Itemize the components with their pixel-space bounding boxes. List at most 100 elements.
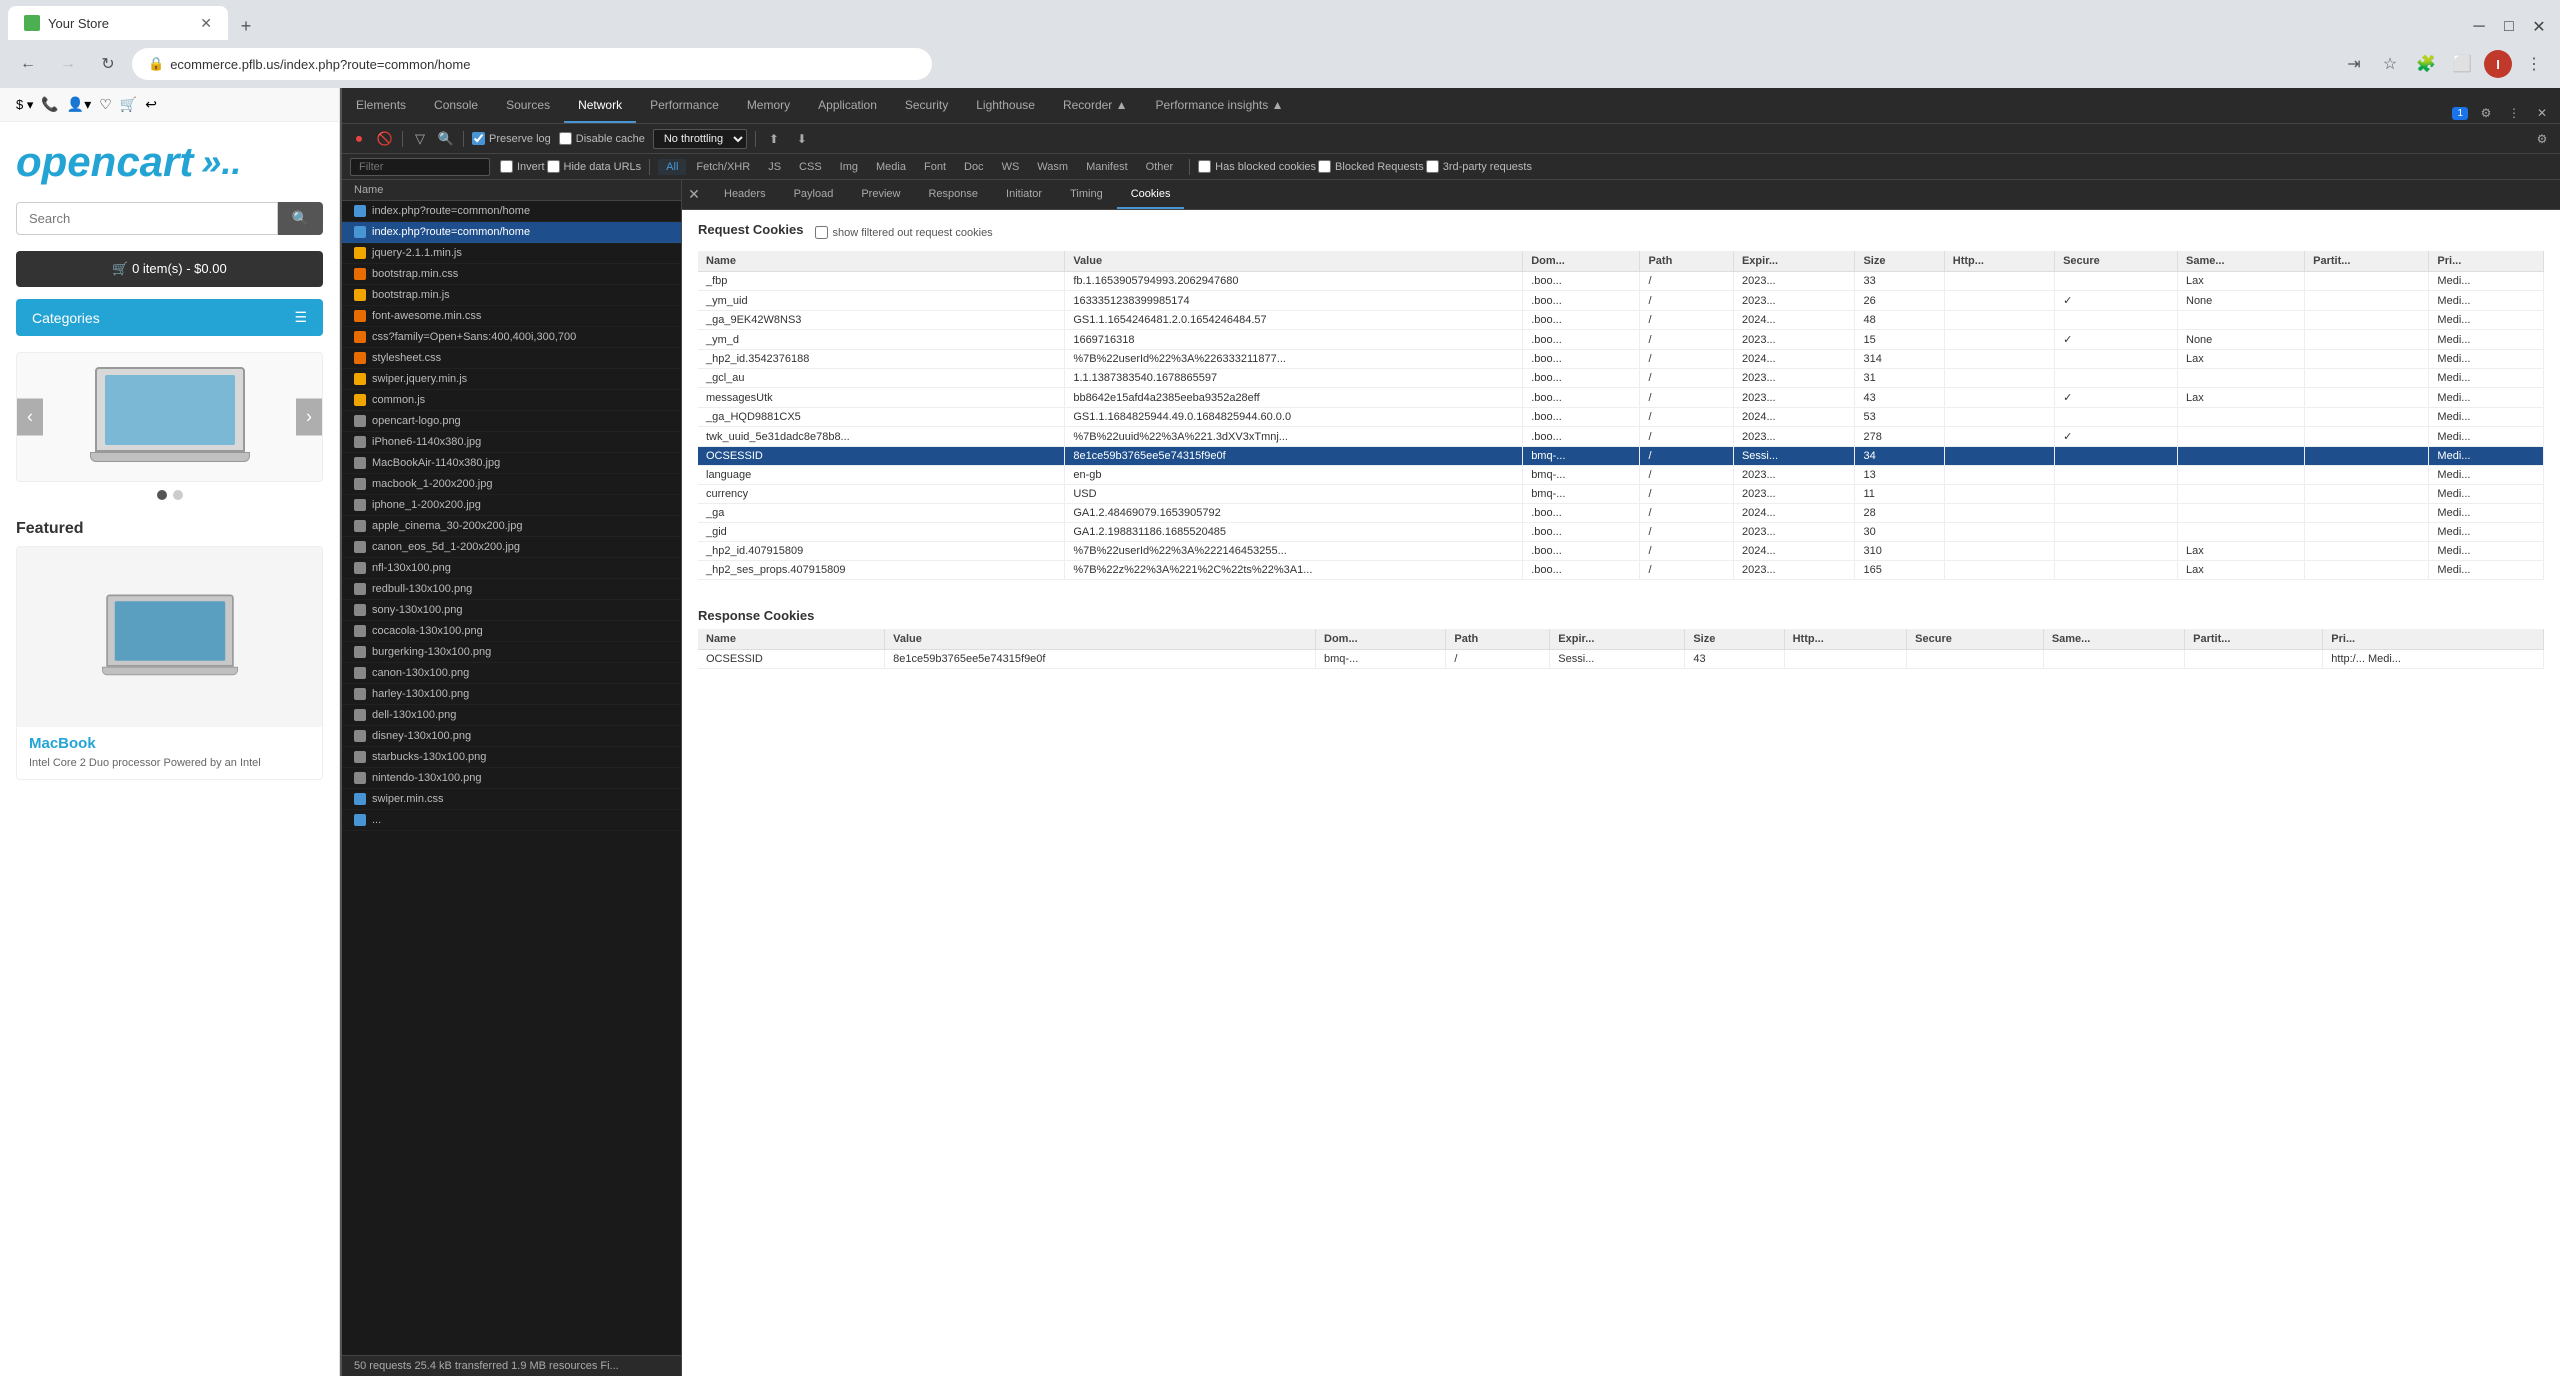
devtools-settings-icon[interactable]: ⚙ [2476, 103, 2496, 123]
network-row[interactable]: MacBookAir-1140x380.jpg [342, 453, 681, 474]
disable-cache-checkbox[interactable] [559, 132, 572, 145]
tab-cookies[interactable]: Cookies [1117, 180, 1185, 209]
table-row[interactable]: _hp2_id.3542376188 %7B%22userId%22%3A%22… [698, 350, 2544, 369]
filter-input[interactable] [350, 158, 490, 176]
cart-icon[interactable]: 🛒 [120, 96, 137, 113]
throttle-select[interactable]: No throttling [653, 129, 747, 149]
network-row[interactable]: dell-130x100.png [342, 705, 681, 726]
network-row[interactable]: ... [342, 810, 681, 831]
blocked-requests-checkbox[interactable] [1318, 160, 1331, 173]
has-blocked-cookies-label[interactable]: Has blocked cookies [1198, 160, 1316, 173]
network-row[interactable]: apple_cinema_30-200x200.jpg [342, 516, 681, 537]
network-row[interactable]: iphone_1-200x200.jpg [342, 495, 681, 516]
tab-elements[interactable]: Elements [342, 88, 420, 123]
product-card[interactable]: MacBook Intel Core 2 Duo processor Power… [16, 546, 323, 780]
network-row[interactable]: macbook_1-200x200.jpg [342, 474, 681, 495]
third-party-label[interactable]: 3rd-party requests [1426, 160, 1532, 173]
network-row[interactable]: bootstrap.min.js [342, 285, 681, 306]
table-row[interactable]: _ga GA1.2.48469079.1653905792 .boo... / … [698, 504, 2544, 523]
phone-icon[interactable]: 📞 [41, 96, 58, 113]
tab-response[interactable]: Response [914, 180, 992, 209]
network-row[interactable]: bootstrap.min.css [342, 264, 681, 285]
categories-button[interactable]: Categories ☰ [16, 299, 323, 336]
table-row[interactable]: _fbp fb.1.1653905794993.2062947680 .boo.… [698, 272, 2544, 291]
new-tab-button[interactable]: + [232, 12, 260, 40]
tab-close-button[interactable]: ✕ [200, 15, 212, 32]
tab-console[interactable]: Console [420, 88, 492, 123]
more-options-icon[interactable]: ⋮ [2520, 50, 2548, 78]
network-row[interactable]: index.php?route=common/home [342, 222, 681, 243]
network-row[interactable]: nintendo-130x100.png [342, 768, 681, 789]
show-filtered-checkbox[interactable] [815, 226, 828, 239]
network-row[interactable]: nfl-130x100.png [342, 558, 681, 579]
network-row[interactable]: font-awesome.min.css [342, 306, 681, 327]
reload-button[interactable]: ↻ [92, 48, 124, 80]
table-row[interactable]: messagesUtk bb8642e15afd4a2385eeba9352a2… [698, 388, 2544, 408]
table-row[interactable]: _hp2_id.407915809 %7B%22userId%22%3A%222… [698, 542, 2544, 561]
third-party-checkbox[interactable] [1426, 160, 1439, 173]
filter-js[interactable]: JS [760, 159, 789, 175]
carousel-dot-2[interactable] [173, 490, 183, 500]
close-window-button[interactable]: ✕ [2526, 14, 2552, 40]
maximize-button[interactable]: □ [2496, 14, 2522, 40]
devtools-more-icon[interactable]: ⋮ [2504, 103, 2524, 123]
network-row[interactable]: common.js [342, 390, 681, 411]
table-row[interactable]: OCSESSID 8e1ce59b3765ee5e74315f9e0f bmq-… [698, 650, 2544, 669]
filter-doc[interactable]: Doc [956, 159, 992, 175]
network-row[interactable]: swiper.jquery.min.js [342, 369, 681, 390]
currency-selector[interactable]: $ ▾ [16, 97, 33, 113]
search-input[interactable] [16, 202, 278, 235]
tab-network[interactable]: Network [564, 88, 636, 123]
tab-timing[interactable]: Timing [1056, 180, 1117, 209]
tab-security[interactable]: Security [891, 88, 962, 123]
cast-icon[interactable]: ⇥ [2340, 50, 2368, 78]
table-row[interactable]: language en-gb bmq-... / 2023... 13 [698, 466, 2544, 485]
network-row[interactable]: canon_eos_5d_1-200x200.jpg [342, 537, 681, 558]
network-row[interactable]: canon-130x100.png [342, 663, 681, 684]
table-row[interactable]: _ga_9EK42W8NS3 GS1.1.1654246481.2.0.1654… [698, 311, 2544, 330]
product-name[interactable]: MacBook [17, 727, 322, 756]
network-row[interactable]: harley-130x100.png [342, 684, 681, 705]
tab-application[interactable]: Application [804, 88, 891, 123]
filter-other[interactable]: Other [1138, 159, 1182, 175]
cart-button[interactable]: 🛒 0 item(s) - $0.00 [16, 251, 323, 287]
filter-media[interactable]: Media [868, 159, 914, 175]
account-icon[interactable]: 👤▾ [67, 96, 91, 113]
hide-data-urls-label[interactable]: Hide data URLs [547, 160, 642, 173]
table-row[interactable]: _ym_uid 1633351238399985174 .boo... / 20… [698, 291, 2544, 311]
network-row[interactable]: sony-130x100.png [342, 600, 681, 621]
tab-headers[interactable]: Headers [710, 180, 780, 209]
tab-memory[interactable]: Memory [733, 88, 804, 123]
network-row[interactable]: cocacola-130x100.png [342, 621, 681, 642]
network-row[interactable]: stylesheet.css [342, 348, 681, 369]
preserve-log-checkbox[interactable] [472, 132, 485, 145]
filter-icon[interactable]: ▽ [411, 130, 429, 148]
carousel-prev-button[interactable]: ‹ [17, 399, 43, 436]
table-row[interactable]: _ym_d 1669716318 .boo... / 2023... 15 ✓ [698, 330, 2544, 350]
tab-sources[interactable]: Sources [492, 88, 564, 123]
address-input[interactable]: 🔒 ecommerce.pflb.us/index.php?route=comm… [132, 48, 932, 80]
filter-img[interactable]: Img [832, 159, 866, 175]
record-button[interactable]: ⏺ [350, 130, 368, 148]
filter-all[interactable]: All [658, 159, 686, 175]
tab-preview[interactable]: Preview [847, 180, 914, 209]
network-row[interactable]: burgerking-130x100.png [342, 642, 681, 663]
compare-icon[interactable]: ↩ [145, 96, 157, 113]
filter-fetch-xhr[interactable]: Fetch/XHR [688, 159, 758, 175]
table-row[interactable]: _ga_HQD9881CX5 GS1.1.1684825944.49.0.168… [698, 408, 2544, 427]
network-row[interactable]: disney-130x100.png [342, 726, 681, 747]
table-row[interactable]: _gcl_au 1.1.1387383540.1678865597 .boo..… [698, 369, 2544, 388]
tab-recorder[interactable]: Recorder ▲ [1049, 88, 1142, 123]
hide-data-urls-checkbox[interactable] [547, 160, 560, 173]
search-icon[interactable]: 🔍 [437, 130, 455, 148]
has-blocked-cookies-checkbox[interactable] [1198, 160, 1211, 173]
settings-extra-icon[interactable]: ⚙ [2532, 129, 2552, 149]
filter-css[interactable]: CSS [791, 159, 830, 175]
filter-font[interactable]: Font [916, 159, 954, 175]
network-row[interactable]: index.php?route=common/home [342, 201, 681, 222]
invert-checkbox[interactable] [500, 160, 513, 173]
tab-search-icon[interactable]: ⬜ [2448, 50, 2476, 78]
tab-performance-insights[interactable]: Performance insights ▲ [1142, 88, 1298, 123]
table-row[interactable]: twk_uuid_5e31dadc8e78b8... %7B%22uuid%22… [698, 427, 2544, 447]
show-filtered-label[interactable]: show filtered out request cookies [815, 226, 992, 239]
